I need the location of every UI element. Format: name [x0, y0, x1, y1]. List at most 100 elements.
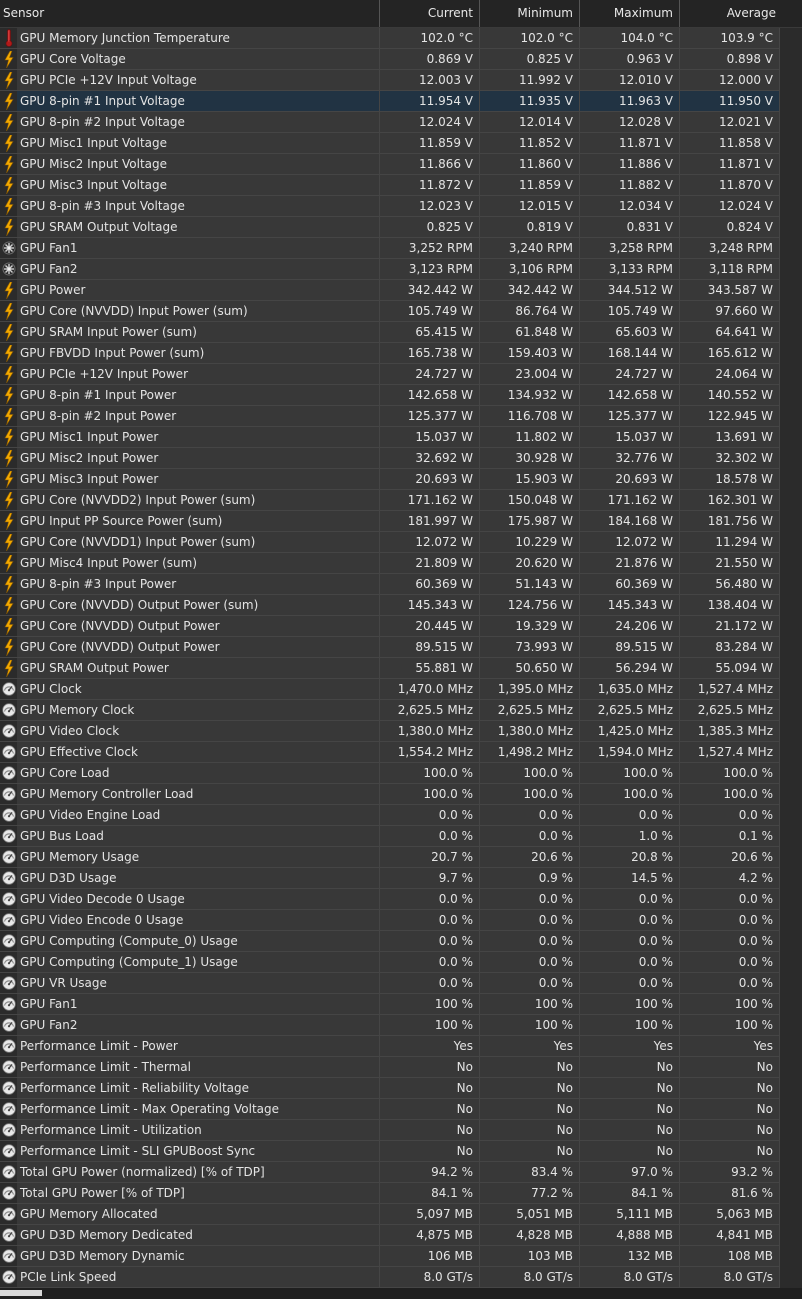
sensor-row[interactable]: GPU Computing (Compute_0) Usage 0.0 % 0.0 … — [0, 931, 802, 952]
average-value: 83.284 W — [680, 637, 780, 658]
column-header-average[interactable]: Average — [680, 0, 782, 27]
sensor-row[interactable]: GPU Core (NVVDD) Input Power (sum) 105.74… — [0, 301, 802, 322]
fan-icon — [0, 259, 17, 279]
sensor-row[interactable]: Performance Limit - Max Operating Voltag… — [0, 1099, 802, 1120]
sensor-row[interactable]: GPU Core (NVVDD) Output Power (sum) 145.3… — [0, 595, 802, 616]
sensor-row[interactable]: GPU Fan1 3,252 RPM 3,240 RPM 3,258 RPM 3,248… — [0, 238, 802, 259]
average-value: Yes — [680, 1036, 780, 1057]
column-header-current[interactable]: Current — [380, 0, 480, 27]
maximum-value: 145.343 W — [580, 595, 680, 616]
minimum-value: 100.0 % — [480, 763, 580, 784]
sensor-label: GPU Misc3 Input Voltage — [20, 177, 168, 192]
scrollbar-thumb[interactable] — [0, 1290, 42, 1296]
fan-icon — [0, 238, 17, 258]
sensor-row[interactable]: GPU Clock 1,470.0 MHz 1,395.0 MHz 1,635.0 M… — [0, 679, 802, 700]
minimum-value: 11.992 V — [480, 70, 580, 91]
minimum-value: 1,395.0 MHz — [480, 679, 580, 700]
maximum-value: 3,258 RPM — [580, 238, 680, 259]
sensor-name-cell: GPU Core Voltage — [0, 49, 380, 70]
sensor-row[interactable]: GPU Misc2 Input Voltage 11.866 V 11.860 V1… — [0, 154, 802, 175]
minimum-value: 0.825 V — [480, 49, 580, 70]
sensor-row[interactable]: GPU Misc1 Input Voltage 11.859 V 11.852 V1… — [0, 133, 802, 154]
sensor-row[interactable]: GPU Input PP Source Power (sum) 181.997 W… — [0, 511, 802, 532]
sensor-row[interactable]: GPU D3D Memory Dynamic 106 MB 103 MB 132 MB… — [0, 1246, 802, 1267]
column-header-sensor[interactable]: Sensor — [0, 0, 380, 27]
sensor-row[interactable]: Performance Limit - Utilization No No No No — [0, 1120, 802, 1141]
sensor-row[interactable]: GPU Fan2 3,123 RPM 3,106 RPM 3,133 RPM 3,118… — [0, 259, 802, 280]
sensor-row[interactable]: GPU SRAM Output Power 55.881 W 50.650 W 56.… — [0, 658, 802, 679]
sensor-row[interactable]: GPU D3D Memory Dedicated 4,875 MB 4,828 MB… — [0, 1225, 802, 1246]
sensor-row[interactable]: GPU Misc4 Input Power (sum) 21.809 W 20.62… — [0, 553, 802, 574]
sensor-row[interactable]: Total GPU Power [% of TDP] 84.1 % 77.2 % 84… — [0, 1183, 802, 1204]
average-value: 0.0 % — [680, 910, 780, 931]
maximum-value: 32.776 W — [580, 448, 680, 469]
sensor-row[interactable]: GPU 8-pin #2 Input Voltage 12.024 V 12.014… — [0, 112, 802, 133]
sensor-row[interactable]: GPU Fan2 100 % 100 % 100 % 100 % — [0, 1015, 802, 1036]
sensor-row[interactable]: Performance Limit - SLI GPUBoost Sync No N… — [0, 1141, 802, 1162]
sensor-row[interactable]: GPU Effective Clock 1,554.2 MHz 1,498.2 MH… — [0, 742, 802, 763]
lightning-icon — [0, 196, 17, 216]
sensor-row[interactable]: GPU Computing (Compute_1) Usage 0.0 % 0.0 … — [0, 952, 802, 973]
sensor-row[interactable]: Performance Limit - Thermal No No No No — [0, 1057, 802, 1078]
sensor-row[interactable]: GPU D3D Usage 9.7 % 0.9 % 14.5 % 4.2 % — [0, 868, 802, 889]
sensor-row[interactable]: GPU Video Encode 0 Usage 0.0 % 0.0 % 0.0 % 0… — [0, 910, 802, 931]
sensor-row[interactable]: GPU SRAM Output Voltage 0.825 V 0.819 V 0.8… — [0, 217, 802, 238]
sensor-row[interactable]: GPU Misc2 Input Power 32.692 W 30.928 W 32.… — [0, 448, 802, 469]
gauge-icon — [0, 847, 17, 867]
sensor-row[interactable]: GPU VR Usage 0.0 % 0.0 % 0.0 % 0.0 % — [0, 973, 802, 994]
sensor-row[interactable]: GPU Core (NVVDD1) Input Power (sum) 12.07… — [0, 532, 802, 553]
horizontal-scrollbar[interactable] — [0, 1288, 802, 1299]
sensor-row[interactable]: GPU PCIe +12V Input Voltage 12.003 V 11.99… — [0, 70, 802, 91]
sensor-row[interactable]: GPU Memory Allocated 5,097 MB 5,051 MB 5,11… — [0, 1204, 802, 1225]
average-value: 11.950 V — [680, 91, 780, 112]
average-value: 1,527.4 MHz — [680, 742, 780, 763]
sensor-row[interactable]: GPU Fan1 100 % 100 % 100 % 100 % — [0, 994, 802, 1015]
average-value: 0.898 V — [680, 49, 780, 70]
sensor-row[interactable]: GPU Video Clock 1,380.0 MHz 1,380.0 MHz 1,4… — [0, 721, 802, 742]
maximum-value: 3,133 RPM — [580, 259, 680, 280]
column-header-maximum[interactable]: Maximum — [580, 0, 680, 27]
sensor-row[interactable]: GPU 8-pin #3 Input Power 60.369 W 51.143 W… — [0, 574, 802, 595]
sensor-row[interactable]: GPU Video Decode 0 Usage 0.0 % 0.0 % 0.0 % 0… — [0, 889, 802, 910]
sensor-row[interactable]: GPU Video Engine Load 0.0 % 0.0 % 0.0 % 0.0 … — [0, 805, 802, 826]
sensor-row[interactable]: GPU Core (NVVDD) Output Power 89.515 W 73.… — [0, 637, 802, 658]
sensor-row[interactable]: Performance Limit - Power Yes Yes Yes Yes — [0, 1036, 802, 1057]
sensor-row[interactable]: GPU 8-pin #1 Input Voltage 11.954 V 11.935… — [0, 91, 802, 112]
column-header-minimum[interactable]: Minimum — [480, 0, 580, 27]
sensor-row[interactable]: GPU Misc3 Input Power 20.693 W 15.903 W 20.… — [0, 469, 802, 490]
maximum-value: 12.028 V — [580, 112, 680, 133]
sensor-row[interactable]: GPU Memory Controller Load 100.0 % 100.0 %… — [0, 784, 802, 805]
sensor-row[interactable]: GPU FBVDD Input Power (sum) 165.738 W 159.… — [0, 343, 802, 364]
lightning-icon — [0, 343, 17, 363]
sensor-row[interactable]: GPU Core Voltage 0.869 V 0.825 V 0.963 V 0.8… — [0, 49, 802, 70]
maximum-value: 100.0 % — [580, 763, 680, 784]
sensor-row[interactable]: GPU Power 342.442 W 342.442 W 344.512 W 343.… — [0, 280, 802, 301]
sensor-row[interactable]: GPU Misc3 Input Voltage 11.872 V 11.859 V1… — [0, 175, 802, 196]
sensor-row[interactable]: GPU Memory Usage 20.7 % 20.6 % 20.8 % 20.6 % — [0, 847, 802, 868]
current-value: 100.0 % — [380, 784, 480, 805]
maximum-value: 20.8 % — [580, 847, 680, 868]
sensor-row[interactable]: GPU Memory Clock 2,625.5 MHz 2,625.5 MHz 2,… — [0, 700, 802, 721]
average-value: 1,385.3 MHz — [680, 721, 780, 742]
sensor-row[interactable]: GPU 8-pin #1 Input Power 142.658 W 134.932… — [0, 385, 802, 406]
sensor-row[interactable]: GPU SRAM Input Power (sum) 65.415 W 61.848… — [0, 322, 802, 343]
current-value: 11.872 V — [380, 175, 480, 196]
sensor-row[interactable]: GPU 8-pin #2 Input Power 125.377 W 116.708… — [0, 406, 802, 427]
sensor-label: GPU Fan2 — [20, 261, 78, 276]
sensor-row[interactable]: GPU Misc1 Input Power 15.037 W 11.802 W 15.… — [0, 427, 802, 448]
sensor-row[interactable]: GPU PCIe +12V Input Power 24.727 W 23.004 … — [0, 364, 802, 385]
sensor-row[interactable]: Total GPU Power (normalized) [% of TDP] 9… — [0, 1162, 802, 1183]
sensor-row[interactable]: GPU Memory Junction Temperature 102.0 °C 1… — [0, 28, 802, 49]
sensor-row[interactable]: GPU 8-pin #3 Input Voltage 12.023 V 12.015… — [0, 196, 802, 217]
sensor-row[interactable]: Performance Limit - Reliability Voltage N… — [0, 1078, 802, 1099]
sensor-row[interactable]: GPU Bus Load 0.0 % 0.0 % 1.0 % 0.1 % — [0, 826, 802, 847]
sensor-name-cell: Performance Limit - Max Operating Voltag… — [0, 1099, 380, 1120]
sensor-name-cell: GPU Fan1 — [0, 994, 380, 1015]
sensor-row[interactable]: GPU Core (NVVDD2) Input Power (sum) 171.1… — [0, 490, 802, 511]
sensor-row[interactable]: GPU Core Load 100.0 % 100.0 % 100.0 % 100.0 … — [0, 763, 802, 784]
minimum-value: No — [480, 1078, 580, 1099]
gauge-icon — [0, 1141, 17, 1161]
sensor-row[interactable]: PCIe Link Speed 8.0 GT/s 8.0 GT/s 8.0 GT/s 8… — [0, 1267, 802, 1288]
sensor-row[interactable]: GPU Core (NVVDD) Output Power 20.445 W 19.… — [0, 616, 802, 637]
sensor-name-cell: GPU SRAM Output Power — [0, 658, 380, 679]
